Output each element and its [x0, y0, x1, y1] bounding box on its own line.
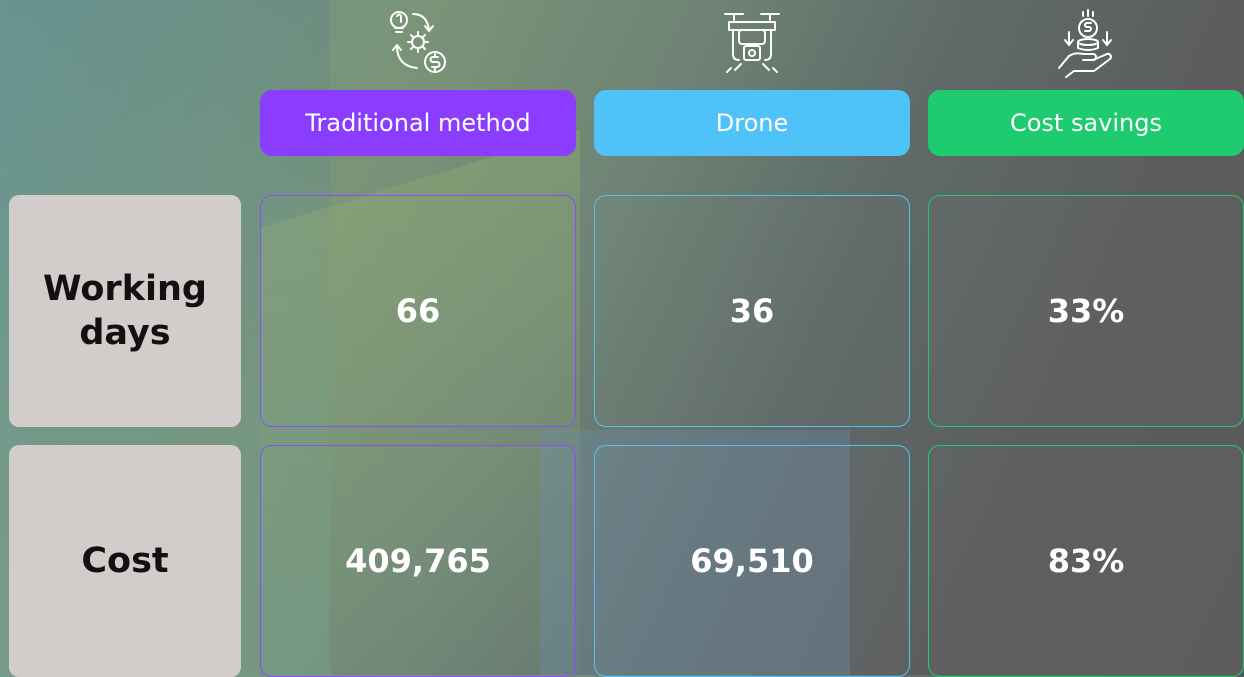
cell-working-days-traditional: 66 [260, 195, 576, 427]
process-gear-dollar-icon [383, 6, 453, 80]
row-label-working-days: Working days [9, 195, 241, 427]
hand-coins-icon [1051, 6, 1121, 80]
cell-cost-traditional: 409,765 [260, 445, 576, 677]
column-header-traditional-method: Traditional method [260, 90, 576, 156]
cell-cost-savings: 83% [928, 445, 1244, 677]
cell-working-days-savings: 33% [928, 195, 1244, 427]
cell-working-days-drone: 36 [594, 195, 910, 427]
row-label-cost-text: Cost [81, 541, 169, 581]
cell-cost-drone: 69,510 [594, 445, 910, 677]
drone-icon [717, 6, 787, 80]
row-label-working-days-text: Working days [43, 269, 207, 353]
row-label-cost: Cost [9, 445, 241, 677]
column-header-cost-savings: Cost savings [928, 90, 1244, 156]
column-header-drone: Drone [594, 90, 910, 156]
